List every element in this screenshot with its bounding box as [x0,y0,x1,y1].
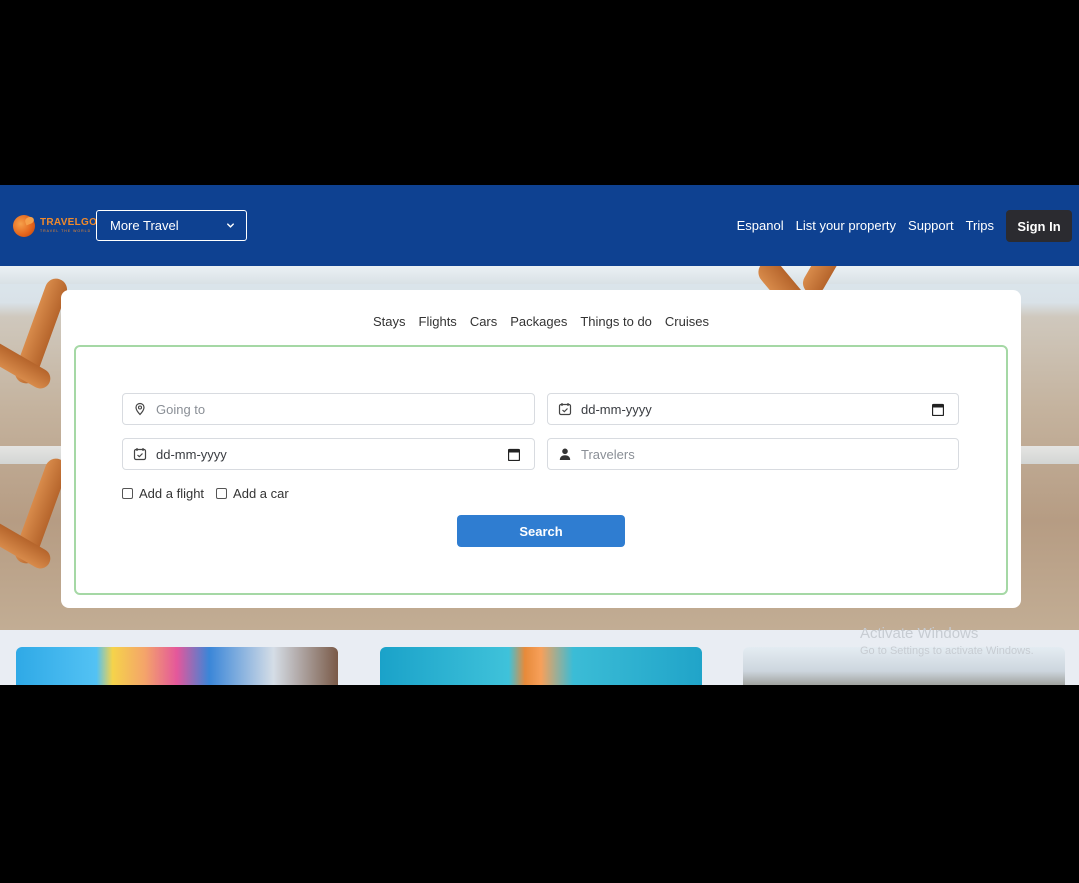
destination-card-1[interactable] [16,647,338,685]
logo-name: TRAVELGO [40,217,98,229]
travelers-input[interactable]: Travelers [547,438,959,470]
person-icon [559,448,571,460]
addons: Add a flight Add a car [122,486,289,501]
going-to-placeholder: Going to [156,401,206,417]
sign-in-button[interactable]: Sign In [1006,210,1072,242]
chevron-down-icon [227,223,234,228]
add-car-label: Add a car [233,486,289,501]
app-screen: TRAVELGO TRAVEL THE WORLD More Travel Es… [0,185,1079,685]
add-flight-checkbox[interactable] [122,488,133,499]
watermark-title: Activate Windows [860,625,979,642]
logo-tagline: TRAVEL THE WORLD [40,229,92,234]
add-flight-label: Add a flight [139,486,205,501]
search-button[interactable]: Search [457,515,625,547]
logo[interactable]: TRAVELGO TRAVEL THE WORLD [13,215,97,237]
search-card: Stays Flights Cars Packages Things to do… [61,290,1021,608]
location-pin-icon [135,402,145,416]
nav-link-espanol[interactable]: Espanol [737,218,784,233]
check-out-date-value: dd-mm-yyyy [156,446,227,462]
travelers-placeholder: Travelers [581,446,635,462]
logo-text: TRAVELGO TRAVEL THE WORLD [40,218,97,234]
check-out-date-input[interactable]: dd-mm-yyyy [122,438,535,470]
more-travel-dropdown[interactable]: More Travel [96,210,247,241]
navbar: TRAVELGO TRAVEL THE WORLD More Travel Es… [0,185,1079,266]
calendar-check-icon [133,448,147,461]
tab-stays[interactable]: Stays [373,314,406,329]
globe-plane-icon [13,215,35,237]
hero-background: Stays Flights Cars Packages Things to do… [0,266,1079,630]
calendar-check-icon [558,403,572,416]
check-in-date-value: dd-mm-yyyy [581,401,652,417]
search-form: Going to dd-mm-yyyy dd-mm-yyyy Travelers [74,345,1008,595]
nav-link-list-property[interactable]: List your property [796,218,896,233]
more-travel-label: More Travel [110,218,179,233]
calendar-icon[interactable] [508,448,520,461]
tab-flights[interactable]: Flights [419,314,457,329]
add-car-checkbox[interactable] [216,488,228,499]
tab-cars[interactable]: Cars [470,314,497,329]
destination-card-2[interactable] [380,647,702,685]
check-in-date-input[interactable]: dd-mm-yyyy [547,393,959,425]
tab-cruises[interactable]: Cruises [665,314,709,329]
windows-activation-watermark: Activate Windows Go to Settings to activ… [860,625,1034,657]
nav-link-trips[interactable]: Trips [966,218,994,233]
hero-wave [0,266,1079,284]
tab-things-to-do[interactable]: Things to do [580,314,652,329]
nav-links: Espanol List your property Support Trips [737,218,994,233]
nav-link-support[interactable]: Support [908,218,954,233]
search-tabs: Stays Flights Cars Packages Things to do… [61,314,1021,329]
calendar-icon[interactable] [932,403,944,416]
going-to-input[interactable]: Going to [122,393,535,425]
watermark-subtitle: Go to Settings to activate Windows. [860,645,1034,657]
tab-packages[interactable]: Packages [510,314,567,329]
